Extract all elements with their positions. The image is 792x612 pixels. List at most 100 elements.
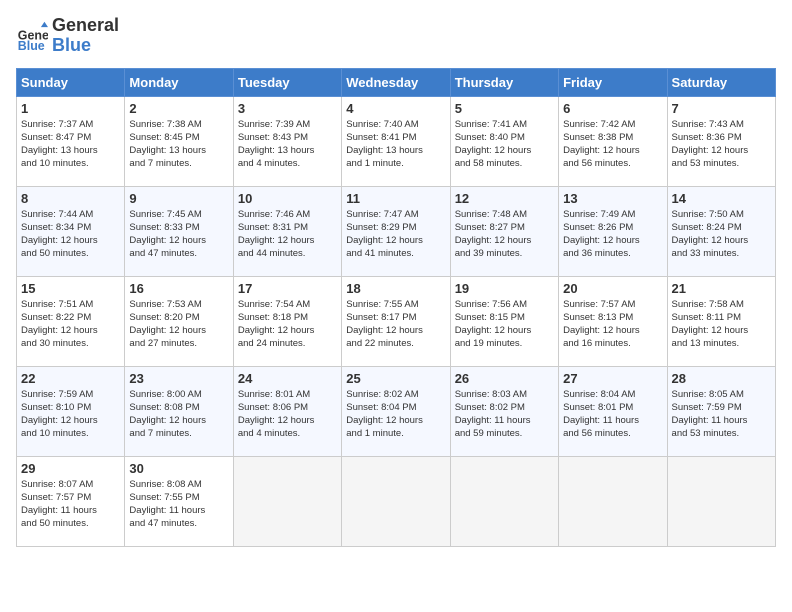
calendar-cell: 5 Sunrise: 7:41 AM Sunset: 8:40 PM Daylig… (450, 96, 558, 186)
calendar-cell: 3 Sunrise: 7:39 AM Sunset: 8:43 PM Daylig… (233, 96, 341, 186)
day-info: Sunrise: 8:02 AM Sunset: 8:04 PM Dayligh… (346, 388, 445, 441)
day-number: 11 (346, 191, 445, 206)
column-header-friday: Friday (559, 68, 667, 96)
day-number: 4 (346, 101, 445, 116)
calendar-cell: 25 Sunrise: 8:02 AM Sunset: 8:04 PM Dayli… (342, 366, 450, 456)
calendar-cell: 30 Sunrise: 8:08 AM Sunset: 7:55 PM Dayli… (125, 456, 233, 546)
day-number: 21 (672, 281, 771, 296)
calendar-cell: 15 Sunrise: 7:51 AM Sunset: 8:22 PM Dayli… (17, 276, 125, 366)
day-number: 3 (238, 101, 337, 116)
day-info: Sunrise: 7:49 AM Sunset: 8:26 PM Dayligh… (563, 208, 662, 261)
day-number: 13 (563, 191, 662, 206)
day-info: Sunrise: 7:50 AM Sunset: 8:24 PM Dayligh… (672, 208, 771, 261)
day-info: Sunrise: 8:05 AM Sunset: 7:59 PM Dayligh… (672, 388, 771, 441)
day-info: Sunrise: 7:39 AM Sunset: 8:43 PM Dayligh… (238, 118, 337, 171)
calendar-table: SundayMondayTuesdayWednesdayThursdayFrid… (16, 68, 776, 547)
day-info: Sunrise: 8:07 AM Sunset: 7:57 PM Dayligh… (21, 478, 120, 531)
day-info: Sunrise: 7:46 AM Sunset: 8:31 PM Dayligh… (238, 208, 337, 261)
calendar-cell (342, 456, 450, 546)
day-number: 18 (346, 281, 445, 296)
calendar-cell: 1Sunrise: 7:37 AM Sunset: 8:47 PM Daylig… (17, 96, 125, 186)
calendar-cell: 8Sunrise: 7:44 AM Sunset: 8:34 PM Daylig… (17, 186, 125, 276)
logo: General Blue General Blue (16, 16, 119, 56)
calendar-cell: 29 Sunrise: 8:07 AM Sunset: 7:57 PM Dayli… (17, 456, 125, 546)
day-info: Sunrise: 7:44 AM Sunset: 8:34 PM Dayligh… (21, 208, 120, 261)
day-info: Sunrise: 7:55 AM Sunset: 8:17 PM Dayligh… (346, 298, 445, 351)
calendar-cell (450, 456, 558, 546)
day-info: Sunrise: 8:03 AM Sunset: 8:02 PM Dayligh… (455, 388, 554, 441)
day-number: 27 (563, 371, 662, 386)
day-info: Sunrise: 7:42 AM Sunset: 8:38 PM Dayligh… (563, 118, 662, 171)
column-header-thursday: Thursday (450, 68, 558, 96)
calendar-cell: 7 Sunrise: 7:43 AM Sunset: 8:36 PM Daylig… (667, 96, 775, 186)
calendar-cell: 2 Sunrise: 7:38 AM Sunset: 8:45 PM Daylig… (125, 96, 233, 186)
day-number: 1 (21, 101, 120, 116)
calendar-cell: 17Sunrise: 7:54 AM Sunset: 8:18 PM Dayli… (233, 276, 341, 366)
calendar-cell: 20 Sunrise: 7:57 AM Sunset: 8:13 PM Dayli… (559, 276, 667, 366)
day-number: 28 (672, 371, 771, 386)
day-number: 19 (455, 281, 554, 296)
calendar-header-row: SundayMondayTuesdayWednesdayThursdayFrid… (17, 68, 776, 96)
day-info: Sunrise: 8:08 AM Sunset: 7:55 PM Dayligh… (129, 478, 228, 531)
day-number: 25 (346, 371, 445, 386)
day-info: Sunrise: 7:57 AM Sunset: 8:13 PM Dayligh… (563, 298, 662, 351)
column-header-saturday: Saturday (667, 68, 775, 96)
day-number: 22 (21, 371, 120, 386)
day-info: Sunrise: 7:43 AM Sunset: 8:36 PM Dayligh… (672, 118, 771, 171)
day-number: 7 (672, 101, 771, 116)
calendar-cell: 12 Sunrise: 7:48 AM Sunset: 8:27 PM Dayli… (450, 186, 558, 276)
calendar-week-row: 22Sunrise: 7:59 AM Sunset: 8:10 PM Dayli… (17, 366, 776, 456)
day-info: Sunrise: 8:00 AM Sunset: 8:08 PM Dayligh… (129, 388, 228, 441)
day-info: Sunrise: 7:41 AM Sunset: 8:40 PM Dayligh… (455, 118, 554, 171)
day-number: 5 (455, 101, 554, 116)
day-number: 14 (672, 191, 771, 206)
day-info: Sunrise: 7:45 AM Sunset: 8:33 PM Dayligh… (129, 208, 228, 261)
calendar-week-row: 8Sunrise: 7:44 AM Sunset: 8:34 PM Daylig… (17, 186, 776, 276)
calendar-cell: 10 Sunrise: 7:46 AM Sunset: 8:31 PM Dayli… (233, 186, 341, 276)
column-header-sunday: Sunday (17, 68, 125, 96)
day-info: Sunrise: 7:54 AM Sunset: 8:18 PM Dayligh… (238, 298, 337, 351)
day-info: Sunrise: 8:04 AM Sunset: 8:01 PM Dayligh… (563, 388, 662, 441)
calendar-cell (559, 456, 667, 546)
column-header-monday: Monday (125, 68, 233, 96)
page-header: General Blue General Blue (16, 16, 776, 56)
calendar-cell: 24Sunrise: 8:01 AM Sunset: 8:06 PM Dayli… (233, 366, 341, 456)
day-number: 12 (455, 191, 554, 206)
logo-wordmark: General Blue (52, 16, 119, 56)
day-number: 26 (455, 371, 554, 386)
day-info: Sunrise: 7:48 AM Sunset: 8:27 PM Dayligh… (455, 208, 554, 261)
day-number: 15 (21, 281, 120, 296)
calendar-cell: 4 Sunrise: 7:40 AM Sunset: 8:41 PM Daylig… (342, 96, 450, 186)
day-info: Sunrise: 7:53 AM Sunset: 8:20 PM Dayligh… (129, 298, 228, 351)
calendar-cell: 9 Sunrise: 7:45 AM Sunset: 8:33 PM Daylig… (125, 186, 233, 276)
calendar-cell: 19 Sunrise: 7:56 AM Sunset: 8:15 PM Dayli… (450, 276, 558, 366)
calendar-cell: 22Sunrise: 7:59 AM Sunset: 8:10 PM Dayli… (17, 366, 125, 456)
calendar-cell: 14 Sunrise: 7:50 AM Sunset: 8:24 PM Dayli… (667, 186, 775, 276)
day-number: 30 (129, 461, 228, 476)
day-number: 16 (129, 281, 228, 296)
day-info: Sunrise: 7:40 AM Sunset: 8:41 PM Dayligh… (346, 118, 445, 171)
day-number: 9 (129, 191, 228, 206)
day-number: 2 (129, 101, 228, 116)
calendar-cell: 16 Sunrise: 7:53 AM Sunset: 8:20 PM Dayli… (125, 276, 233, 366)
calendar-cell: 18 Sunrise: 7:55 AM Sunset: 8:17 PM Dayli… (342, 276, 450, 366)
column-header-wednesday: Wednesday (342, 68, 450, 96)
day-info: Sunrise: 7:51 AM Sunset: 8:22 PM Dayligh… (21, 298, 120, 351)
calendar-week-row: 15 Sunrise: 7:51 AM Sunset: 8:22 PM Dayli… (17, 276, 776, 366)
day-info: Sunrise: 7:47 AM Sunset: 8:29 PM Dayligh… (346, 208, 445, 261)
day-number: 10 (238, 191, 337, 206)
calendar-cell: 26 Sunrise: 8:03 AM Sunset: 8:02 PM Dayli… (450, 366, 558, 456)
logo-icon: General Blue (16, 20, 48, 52)
day-info: Sunrise: 7:56 AM Sunset: 8:15 PM Dayligh… (455, 298, 554, 351)
calendar-cell: 23 Sunrise: 8:00 AM Sunset: 8:08 PM Dayli… (125, 366, 233, 456)
calendar-cell: 11 Sunrise: 7:47 AM Sunset: 8:29 PM Dayli… (342, 186, 450, 276)
day-number: 23 (129, 371, 228, 386)
calendar-cell (233, 456, 341, 546)
calendar-week-row: 1Sunrise: 7:37 AM Sunset: 8:47 PM Daylig… (17, 96, 776, 186)
day-number: 29 (21, 461, 120, 476)
day-info: Sunrise: 7:38 AM Sunset: 8:45 PM Dayligh… (129, 118, 228, 171)
day-info: Sunrise: 8:01 AM Sunset: 8:06 PM Dayligh… (238, 388, 337, 441)
day-number: 20 (563, 281, 662, 296)
calendar-cell: 6Sunrise: 7:42 AM Sunset: 8:38 PM Daylig… (559, 96, 667, 186)
column-header-tuesday: Tuesday (233, 68, 341, 96)
